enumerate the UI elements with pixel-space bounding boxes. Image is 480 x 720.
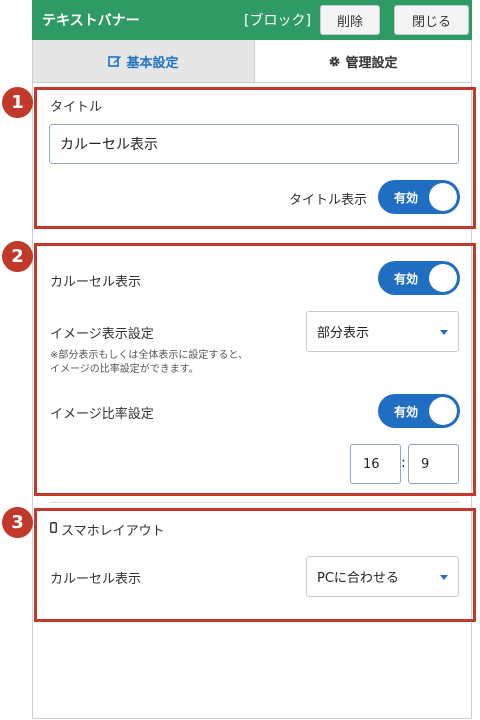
toggle-state-text: 有効 — [394, 405, 419, 419]
close-button[interactable]: 閉じる — [394, 5, 469, 35]
image-ratio-toggle[interactable]: 有効 — [378, 394, 460, 428]
tab-basic-settings[interactable]: 基本設定 — [33, 40, 255, 82]
tab-basic-label: 基本設定 — [126, 55, 179, 71]
toggle-state-text: 有効 — [394, 191, 419, 205]
image-display-note-line2: イメージの比率設定ができます。 — [50, 364, 199, 375]
section-2-number: 2 — [2, 241, 33, 272]
title-display-label: タイトル表示 — [289, 193, 368, 208]
block-tag: [ブロック] — [244, 13, 311, 29]
carousel-display-toggle[interactable]: 有効 — [378, 261, 460, 295]
title-display-toggle[interactable]: 有効 — [378, 180, 460, 214]
chevron-down-icon — [440, 574, 448, 580]
toggle-knob — [429, 397, 457, 425]
panel-header: テキストバナー [ブロック] 削除 閉じる — [32, 0, 472, 40]
tab-manage-label: 管理設定 — [345, 55, 398, 71]
image-display-select[interactable]: 部分表示 — [306, 311, 459, 352]
chevron-down-icon — [440, 329, 448, 335]
image-ratio-label: イメージ比率設定 — [50, 407, 154, 422]
ratio-height-input[interactable]: 9 — [408, 444, 459, 484]
sp-carousel-display-label: カルーセル表示 — [50, 572, 142, 587]
toggle-knob — [429, 183, 457, 211]
delete-button[interactable]: 削除 — [320, 5, 380, 35]
ratio-separator: : — [401, 455, 406, 471]
section-1-number: 1 — [2, 87, 33, 118]
smartphone-layout-heading: スマホレイアウト — [61, 524, 165, 539]
panel-title: テキストバナー — [42, 13, 140, 29]
tab-bar: 基本設定 管理設定 — [33, 40, 471, 83]
tab-manage-settings[interactable]: 管理設定 — [255, 40, 471, 82]
toggle-knob — [429, 264, 457, 292]
carousel-display-label: カルーセル表示 — [50, 275, 142, 290]
toggle-state-text: 有効 — [394, 272, 419, 286]
title-input[interactable]: カルーセル表示 — [49, 124, 459, 164]
image-display-label: イメージ表示設定 — [50, 327, 154, 342]
gear-icon — [329, 55, 340, 67]
image-display-note-line1: ※部分表示もしくは全体表示に設定すると、 — [50, 350, 248, 361]
section-3-number: 3 — [2, 507, 33, 538]
sp-carousel-display-select[interactable]: PCに合わせる — [306, 556, 459, 597]
title-label: タイトル — [50, 100, 103, 115]
ratio-width-input[interactable]: 16 — [350, 444, 401, 484]
phone-icon — [50, 522, 57, 533]
edit-icon — [108, 56, 122, 67]
image-display-value: 部分表示 — [317, 326, 370, 341]
section-divider — [50, 502, 460, 503]
sp-carousel-display-value: PCに合わせる — [317, 571, 399, 586]
